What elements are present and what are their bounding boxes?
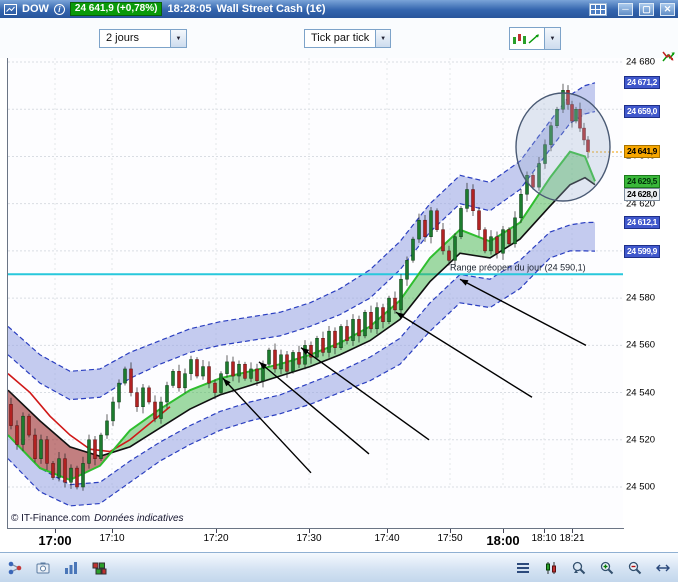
time-tick-label: 17:30: [296, 533, 322, 544]
price-tick: 24 560: [626, 339, 656, 351]
candlestick-chart-button[interactable]: [540, 557, 562, 579]
zoom-cursor-button[interactable]: [568, 557, 590, 579]
chevron-down-icon[interactable]: ▼: [544, 28, 560, 49]
chart-window-icon: [4, 3, 17, 15]
price-tick: 24 680: [626, 56, 656, 68]
columns-icon: [65, 561, 77, 574]
price-badge-green: 24 629,5: [624, 174, 660, 188]
time-tick-label: 18:10: [531, 533, 557, 544]
chart-type-button[interactable]: ▼: [509, 27, 561, 50]
menu-button[interactable]: [512, 557, 534, 579]
symbol-label[interactable]: DOW: [22, 3, 49, 15]
price-tick: 24 580: [626, 292, 656, 304]
zoom-out-button[interactable]: [624, 557, 646, 579]
snapshot-icon: [36, 562, 50, 573]
ellipse-annotation[interactable]: [515, 92, 611, 202]
instrument-label: Wall Street Cash (1€): [216, 3, 326, 15]
price-badge-blue: 24 659,0: [624, 105, 660, 119]
copyright-notice: © IT-Finance.com Données indicatives: [11, 513, 184, 524]
period-dropdown[interactable]: 2 jours ▼: [99, 29, 187, 48]
bricks-icon: [92, 562, 107, 574]
price-tick: 24 520: [626, 434, 656, 446]
share-icon: [8, 561, 22, 574]
clock-time: 18:28:05: [167, 3, 212, 15]
time-tick-label: 17:40: [374, 533, 400, 544]
chevron-down-icon[interactable]: ▼: [375, 30, 390, 47]
price-tick: 24 540: [626, 387, 656, 399]
price-badge-blue: 24 612,1: [624, 215, 660, 229]
chart-style-icon: [510, 28, 544, 49]
time-tick-label: 17:50: [437, 533, 463, 544]
pan-arrows-button[interactable]: [652, 557, 674, 579]
price-badge-white: 24 628,0: [624, 187, 660, 201]
time-tick-label: 17:00: [38, 533, 72, 548]
menu-icon: [517, 562, 529, 573]
time-tick-label: 17:10: [99, 533, 125, 544]
price-badge-blue: 24 599,9: [624, 244, 660, 258]
bottom-toolbar-right: [512, 557, 674, 579]
price-tick: 24 500: [626, 481, 656, 493]
copyright-note: Données indicatives: [94, 513, 184, 524]
copyright-text: © IT-Finance.com: [11, 513, 91, 524]
chart-canvas[interactable]: Range préopen du jour (24 590,1): [7, 58, 623, 528]
plot-left-border: [7, 58, 8, 529]
time-tick-label: 17:20: [203, 533, 229, 544]
price-badge-orange: 24 641,9: [624, 145, 660, 159]
time-tick-label: 18:21: [559, 533, 585, 544]
window-titlebar: DOW i 24 641,9 (+0,78%) 18:28:05 Wall St…: [0, 0, 678, 18]
price-change-badge: 24 641,9 (+0,78%): [69, 2, 163, 16]
period-value: 2 jours: [106, 32, 140, 44]
chart-toolbar: 2 jours ▼ Tick par tick ▼ ▼: [0, 18, 678, 62]
bricks-button[interactable]: [88, 557, 110, 579]
zoom-in-icon: [600, 561, 614, 574]
zoom-cursor-icon: [572, 561, 586, 574]
info-icon[interactable]: i: [53, 3, 65, 15]
chevron-down-icon[interactable]: ▼: [170, 30, 186, 47]
chart-style-value: Tick par tick: [311, 32, 370, 44]
share-button[interactable]: [4, 557, 26, 579]
preopen-range-label: Range préopen du jour (24 590,1): [450, 262, 586, 272]
quotes-panel-icon[interactable]: [661, 48, 677, 65]
bottom-toolbar-left: [4, 557, 110, 579]
pan-arrows-icon: [656, 564, 670, 571]
bottom-toolbar: [0, 552, 678, 582]
time-axis[interactable]: 17:00 17:10 17:20 17:30 17:40 17:50 18:00 18:10…: [8, 529, 623, 551]
zoom-in-button[interactable]: [596, 557, 618, 579]
minimize-button[interactable]: ─: [618, 2, 633, 16]
close-button[interactable]: ✕: [660, 2, 675, 16]
chart-window: DOW i 24 641,9 (+0,78%) 18:28:05 Wall St…: [0, 0, 678, 582]
workspace-grid-icon[interactable]: [589, 2, 607, 16]
time-tick-label: 18:00: [486, 533, 520, 548]
columns-button[interactable]: [60, 557, 82, 579]
zoom-out-icon: [628, 561, 642, 574]
chart-plot-area[interactable]: Range préopen du jour (24 590,1) © IT-Fi…: [7, 58, 623, 528]
candlestick-chart-icon: [546, 561, 556, 574]
chart-style-dropdown[interactable]: Tick par tick ▼: [304, 29, 391, 48]
price-badge-blue: 24 671,2: [624, 76, 660, 90]
maximize-button[interactable]: ▢: [639, 2, 654, 16]
price-axis[interactable]: 24 68024 66024 64024 62024 60024 58024 5…: [624, 56, 660, 528]
snapshot-button[interactable]: [32, 557, 54, 579]
